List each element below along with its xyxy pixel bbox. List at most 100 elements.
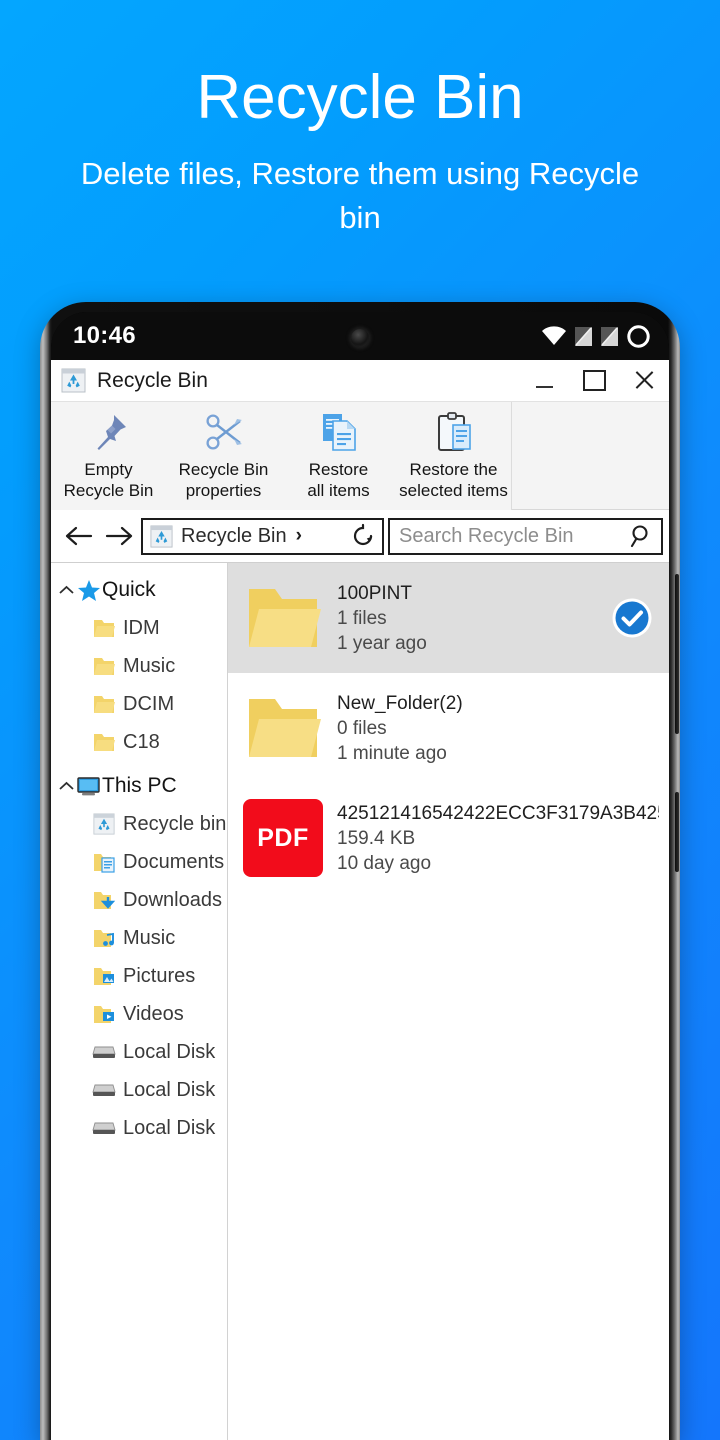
file-size: 0 files — [337, 717, 387, 739]
sidebar-item-videos[interactable]: Videos — [51, 995, 227, 1033]
restore-selected-items-button[interactable]: Restore the selected items — [396, 402, 511, 506]
folder-downloads-icon — [91, 888, 117, 912]
wifi-icon — [542, 326, 566, 345]
ribbon-label: Restore the selected items — [399, 460, 508, 500]
navigation-sidebar[interactable]: Quick IDM Music DCIM C18 This PC Recycle… — [51, 563, 228, 1440]
back-button[interactable] — [59, 516, 99, 556]
folder-documents-icon — [91, 850, 117, 874]
power-button[interactable] — [675, 792, 679, 872]
phone-frame: 10:46 Recycle Bin Empty Recycle Bin Recy… — [40, 302, 680, 1440]
maximize-button[interactable] — [569, 360, 619, 402]
recycle-bin-properties-button[interactable]: Recycle Bin properties — [166, 402, 281, 506]
explorer-window: Recycle Bin Empty Recycle Bin Recycle Bi… — [51, 360, 669, 1440]
battery-ring-icon — [627, 324, 650, 348]
sidebar-item-label: Music — [123, 926, 176, 949]
copy-pages-icon — [316, 408, 362, 456]
file-list-item[interactable]: New_Folder(2) 0 files 1 minute ago — [228, 673, 669, 783]
sidebar-group-this-pc[interactable]: This PC — [51, 767, 227, 805]
status-clock: 10:46 — [73, 322, 136, 349]
sidebar-item-downloads[interactable]: Downloads — [51, 881, 227, 919]
ribbon-label: Recycle Bin properties — [178, 460, 269, 500]
folder-icon — [91, 730, 117, 754]
file-size: 159.4 KB — [337, 827, 416, 849]
forward-arrow-icon — [105, 526, 133, 546]
search-input[interactable]: Search Recycle Bin — [388, 517, 663, 555]
breadcrumb-bar[interactable]: Recycle Bin › — [141, 517, 384, 555]
status-icons — [541, 324, 651, 349]
sidebar-item-music-pc[interactable]: Music — [51, 919, 227, 957]
chevron-up-icon[interactable] — [56, 780, 76, 792]
window-titlebar: Recycle Bin — [51, 360, 669, 402]
sidebar-item-label: Local Disk — [123, 1078, 216, 1101]
sidebar-item-pictures[interactable]: Pictures — [51, 957, 227, 995]
close-icon — [634, 370, 655, 391]
check-circle-icon[interactable] — [611, 597, 653, 639]
sidebar-item-label: Local Disk — [123, 1116, 216, 1139]
refresh-button[interactable] — [350, 523, 376, 549]
empty-recycle-bin-button[interactable]: Empty Recycle Bin — [51, 402, 166, 506]
folder-icon — [91, 654, 117, 678]
drive-icon — [91, 1078, 117, 1102]
file-list-item[interactable]: PDF 425121416542422ECC3F3179A3B4251214 1… — [228, 783, 669, 893]
file-info: 100PINT 1 files 1 year ago — [337, 581, 611, 656]
monitor-icon — [76, 775, 101, 798]
sidebar-item-c18[interactable]: C18 — [51, 723, 227, 761]
file-list-item[interactable]: 100PINT 1 files 1 year ago — [228, 563, 669, 673]
minimize-icon — [535, 386, 553, 388]
sidebar-item-music[interactable]: Music — [51, 647, 227, 685]
close-button[interactable] — [619, 360, 669, 402]
recycle-bin-icon — [150, 524, 173, 548]
search-placeholder: Search Recycle Bin — [399, 524, 574, 547]
recycle-bin-icon — [61, 368, 86, 393]
sidebar-item-dcim[interactable]: DCIM — [51, 685, 227, 723]
pin-icon — [86, 408, 132, 456]
file-time: 1 minute ago — [337, 742, 447, 764]
drive-icon — [91, 1040, 117, 1064]
minimize-button[interactable] — [519, 360, 569, 402]
ribbon-label: Empty Recycle Bin — [63, 460, 154, 500]
sidebar-group-quick[interactable]: Quick — [51, 571, 227, 609]
restore-all-items-button[interactable]: Restore all items — [281, 402, 396, 506]
sidebar-item-label: Downloads — [123, 888, 222, 911]
sidebar-item-label: Recycle bin — [123, 812, 227, 835]
signal-icon — [601, 326, 618, 346]
sidebar-item-local-disk-2[interactable]: Local Disk — [51, 1071, 227, 1109]
sidebar-item-label: IDM — [123, 616, 160, 639]
folder-videos-icon — [91, 1002, 117, 1026]
file-list[interactable]: 100PINT 1 files 1 year ago New_Folder(2)… — [228, 563, 669, 1440]
folder-pictures-icon — [91, 964, 117, 988]
sidebar-item-local-disk-3[interactable]: Local Disk — [51, 1109, 227, 1147]
file-time: 1 year ago — [337, 632, 427, 654]
file-info: New_Folder(2) 0 files 1 minute ago — [337, 691, 659, 766]
file-name: 425121416542422ECC3F3179A3B4251214 — [337, 802, 659, 824]
back-arrow-icon — [65, 526, 93, 546]
explorer-body: Quick IDM Music DCIM C18 This PC Recycle… — [51, 563, 669, 1440]
volume-button[interactable] — [675, 574, 679, 734]
sidebar-item-recycle-bin[interactable]: Recycle bin — [51, 805, 227, 843]
search-icon[interactable] — [629, 523, 655, 549]
file-size: 1 files — [337, 607, 387, 629]
breadcrumb-label: Recycle Bin — [181, 524, 287, 547]
chevron-right-icon[interactable]: › — [296, 525, 302, 547]
android-status-bar: 10:46 — [51, 312, 669, 360]
folder-icon — [91, 616, 117, 640]
phone-screen: 10:46 Recycle Bin Empty Recycle Bin Recy… — [51, 312, 669, 1440]
file-name: New_Folder(2) — [337, 692, 463, 714]
folder-icon — [91, 692, 117, 716]
sidebar-item-local-disk-1[interactable]: Local Disk — [51, 1033, 227, 1071]
sidebar-item-label: Videos — [123, 1002, 184, 1025]
file-name: 100PINT — [337, 582, 412, 604]
folder-icon — [243, 689, 323, 767]
sidebar-item-idm[interactable]: IDM — [51, 609, 227, 647]
clipboard-icon — [431, 408, 477, 456]
sidebar-item-documents[interactable]: Documents — [51, 843, 227, 881]
sidebar-item-label: Local Disk — [123, 1040, 216, 1063]
chevron-up-icon[interactable] — [56, 584, 76, 596]
page-subtitle: Delete files, Restore them using Recycle… — [80, 156, 640, 235]
page-title: Recycle Bin — [196, 63, 524, 132]
poster-headline: Recycle Bin Delete files, Restore them u… — [0, 56, 720, 240]
forward-button[interactable] — [99, 516, 139, 556]
sidebar-item-label: DCIM — [123, 692, 175, 715]
ribbon-toolbar: Empty Recycle Bin Recycle Bin properties… — [51, 402, 669, 510]
pdf-icon: PDF — [243, 799, 323, 877]
